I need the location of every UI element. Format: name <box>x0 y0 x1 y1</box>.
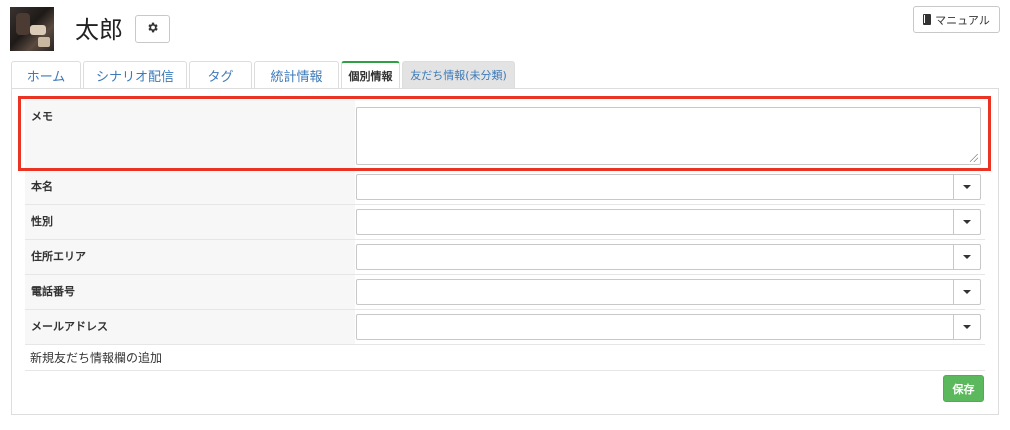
manual-label: マニュアル <box>935 13 990 27</box>
address-area-select[interactable] <box>356 244 981 270</box>
dropdown-toggle[interactable] <box>953 315 980 339</box>
caret-down-icon <box>963 325 971 329</box>
field-row-real-name: 本名 <box>25 170 985 205</box>
settings-button[interactable] <box>135 15 170 43</box>
resize-handle-icon[interactable] <box>970 154 978 162</box>
caret-down-icon <box>963 290 971 294</box>
add-field-link[interactable]: 新規友だち情報欄の追加 <box>30 349 162 366</box>
tab-bar: ホーム シナリオ配信 タグ 統計情報 個別情報 友だち情報(未分類) <box>11 61 517 89</box>
tab-statistics[interactable]: 統計情報 <box>254 61 339 88</box>
save-button[interactable]: 保存 <box>943 375 984 402</box>
memo-row: メモ <box>25 100 985 170</box>
dropdown-toggle[interactable] <box>953 280 980 304</box>
tab-friend-info-unclassified[interactable]: 友だち情報(未分類) <box>402 61 515 88</box>
tab-individual-info[interactable]: 個別情報 <box>341 61 400 89</box>
tab-home[interactable]: ホーム <box>11 61 81 88</box>
user-name: 太郎 <box>75 16 123 44</box>
memo-label: メモ <box>31 110 53 123</box>
field-label: 性別 <box>31 215 53 228</box>
field-row-phone: 電話番号 <box>25 275 985 310</box>
manual-button[interactable]: マニュアル <box>913 6 1000 33</box>
field-label: 住所エリア <box>31 250 86 263</box>
field-row-email: メールアドレス <box>25 310 985 345</box>
individual-info-panel: メモ 本名 性別 住所エリア 電話番号 メールアドレス 新規友だち情報欄の追加 … <box>11 88 999 415</box>
caret-down-icon <box>963 255 971 259</box>
book-icon <box>923 14 932 25</box>
phone-select[interactable] <box>356 279 981 305</box>
dropdown-toggle[interactable] <box>953 245 980 269</box>
real-name-select[interactable] <box>356 174 981 200</box>
field-label: 本名 <box>31 180 53 193</box>
memo-textarea[interactable] <box>356 107 981 165</box>
tab-tags[interactable]: タグ <box>189 61 252 88</box>
field-label: 電話番号 <box>31 285 75 298</box>
field-label: メールアドレス <box>31 320 108 333</box>
caret-down-icon <box>963 185 971 189</box>
avatar <box>10 7 54 51</box>
gender-select[interactable] <box>356 209 981 235</box>
caret-down-icon <box>963 220 971 224</box>
add-field-row: 新規友だち情報欄の追加 <box>25 345 985 371</box>
email-select[interactable] <box>356 314 981 340</box>
field-row-gender: 性別 <box>25 205 985 240</box>
tab-scenario[interactable]: シナリオ配信 <box>83 61 187 88</box>
gear-icon <box>146 21 159 38</box>
field-row-address-area: 住所エリア <box>25 240 985 275</box>
dropdown-toggle[interactable] <box>953 175 980 199</box>
dropdown-toggle[interactable] <box>953 210 980 234</box>
